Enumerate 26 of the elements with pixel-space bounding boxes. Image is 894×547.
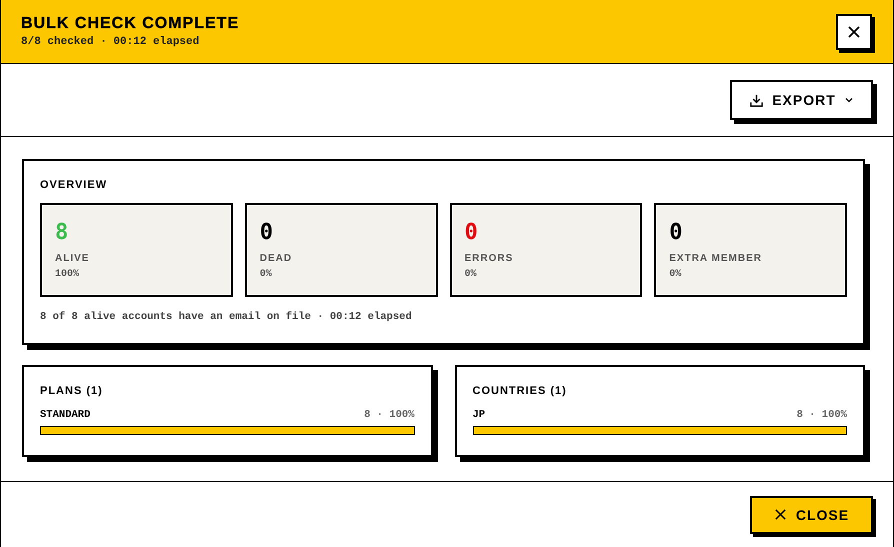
dialog-subtitle: 8/8 checked · 00:12 elapsed	[21, 36, 200, 48]
stat-percent: 0%	[464, 269, 478, 280]
stat-label: DEAD	[260, 253, 294, 264]
stat-percent: 0%	[669, 269, 682, 280]
close-icon	[774, 508, 787, 521]
stat-label: ALIVE	[55, 253, 90, 264]
stat-label: EXTRA MEMBER	[669, 253, 763, 264]
stat-label: ERRORS	[464, 253, 514, 264]
close-icon	[847, 24, 861, 38]
stat-percent: 0%	[260, 269, 273, 280]
stat-percent: 100%	[55, 269, 80, 280]
stat-value: 8	[55, 221, 70, 245]
item-name: STANDARD	[40, 409, 90, 421]
section-title: PLANS (1)	[40, 385, 104, 397]
stat-value: 0	[464, 221, 479, 245]
caret-icon	[844, 95, 854, 105]
stat-value: 0	[669, 221, 684, 245]
section-title: OVERVIEW	[40, 179, 108, 191]
stat-value: 0	[260, 221, 274, 245]
item-reading: 8 · 100%	[796, 409, 847, 421]
section-title: COUNTRIES (1)	[472, 385, 568, 397]
download-icon	[749, 92, 764, 108]
dialog-title: BULK CHECK COMPLETE	[21, 15, 240, 33]
summary-note: 8 of 8 alive accounts have an email on file · 00:12 elapsed	[40, 311, 413, 323]
item-reading: 8 · 100%	[364, 409, 414, 421]
item-name: JP	[472, 409, 486, 421]
